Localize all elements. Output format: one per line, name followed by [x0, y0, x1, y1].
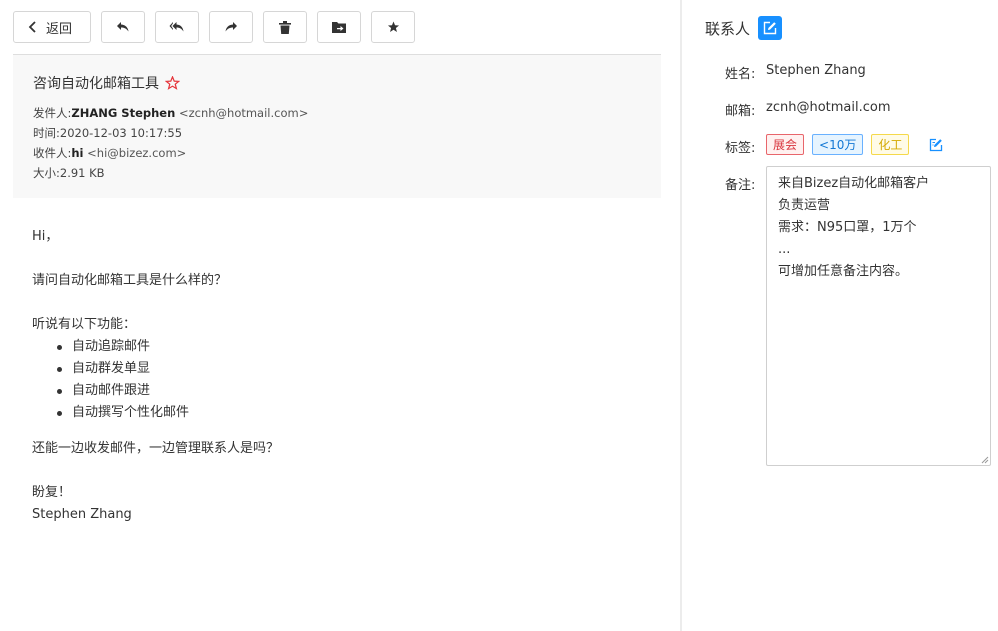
to-line: 收件人:hi <hi@bizez.com> [33, 145, 186, 161]
list-item: 自动群发单显 [52, 358, 279, 380]
note-line: 需求：N95口罩，1万个 [778, 220, 917, 235]
email-body: Hi， 请问自动化邮箱工具是什么样的？ 听说有以下功能： 自动追踪邮件 自动群发… [32, 226, 279, 526]
email-subject: 咨询自动化邮箱工具 [33, 76, 159, 92]
star-button[interactable] [371, 11, 415, 43]
edit-tags-icon[interactable] [929, 138, 943, 152]
from-label: 发件人: [33, 106, 72, 120]
sent-time: 2020-12-03 10:17:55 [59, 126, 183, 140]
edit-icon [763, 21, 777, 35]
note-line: 负责运营 [778, 198, 831, 213]
body-greeting: Hi， [32, 229, 59, 244]
favorite-star-icon[interactable] [165, 76, 180, 90]
back-button[interactable]: 返回 [13, 11, 91, 43]
contact-name: Stephen Zhang [766, 63, 866, 78]
body-question: 请问自动化邮箱工具是什么样的？ [32, 273, 228, 288]
reply-icon [117, 22, 129, 32]
email-pane: 返回 咨询自动化邮箱工具 发件人:ZHANG Stephen <zcnh@hot… [0, 0, 680, 631]
email-label: 邮箱: [725, 104, 756, 119]
body-question-2: 还能一边收发邮件，一边管理联系人是吗？ [32, 441, 280, 456]
size-line: 大小:2.91 KB [33, 165, 105, 181]
contact-email: zcnh@hotmail.com [766, 100, 891, 115]
body-features-intro: 听说有以下功能： [32, 317, 137, 332]
notes-label: 备注: [725, 178, 756, 193]
email-size: 2.91 KB [59, 166, 105, 180]
edit-contact-button[interactable] [758, 16, 783, 40]
contact-title: 联系人 [705, 19, 751, 38]
reply-button[interactable] [101, 11, 145, 43]
contact-header: 联系人 [705, 16, 783, 40]
list-item: 自动邮件跟进 [52, 380, 279, 402]
from-name: ZHANG Stephen [71, 106, 176, 120]
forward-button[interactable] [209, 11, 253, 43]
trash-icon [279, 20, 291, 34]
tags-label: 标签: [725, 141, 756, 156]
size-label: 大小: [33, 166, 60, 180]
reply-all-icon [169, 22, 184, 32]
email-toolbar: 返回 [13, 11, 425, 43]
note-line: 可增加任意备注内容。 [778, 264, 909, 279]
list-item: 自动撰写个性化邮件 [52, 402, 279, 424]
email-header: 咨询自动化邮箱工具 发件人:ZHANG Stephen <zcnh@hotmai… [13, 55, 661, 198]
to-address: <hi@bizez.com> [87, 146, 187, 160]
note-line: 来自Bizez自动化邮箱客户 [778, 176, 930, 191]
back-label: 返回 [45, 21, 72, 37]
tag[interactable]: <10万 [812, 134, 864, 155]
time-label: 时间: [33, 126, 60, 140]
notes-textarea[interactable]: 来自Bizez自动化邮箱客户 负责运营 需求：N95口罩，1万个 ... 可增加… [766, 166, 991, 466]
move-to-folder-icon [332, 22, 346, 33]
list-item: 自动追踪邮件 [52, 336, 279, 358]
body-signature: Stephen Zhang [32, 507, 132, 522]
feature-list: 自动追踪邮件 自动群发单显 自动邮件跟进 自动撰写个性化邮件 [32, 336, 279, 424]
tag[interactable]: 化工 [871, 134, 910, 155]
to-label: 收件人: [33, 146, 72, 160]
forward-icon [225, 22, 237, 32]
tag[interactable]: 展会 [766, 134, 805, 155]
move-button[interactable] [317, 11, 361, 43]
tag-list: 展会 <10万 化工 [766, 134, 943, 155]
from-line: 发件人:ZHANG Stephen <zcnh@hotmail.com> [33, 105, 308, 121]
reply-all-button[interactable] [155, 11, 199, 43]
star-icon [387, 21, 399, 32]
note-line: ... [778, 242, 791, 257]
body-closing: 盼复！ [32, 485, 72, 500]
delete-button[interactable] [263, 11, 307, 43]
contact-pane: 联系人 姓名: Stephen Zhang 邮箱: zcnh@hotmail.c… [682, 0, 998, 631]
to-name: hi [71, 146, 84, 160]
back-arrow-icon [28, 21, 36, 33]
name-label: 姓名: [725, 67, 756, 82]
resize-handle-icon[interactable] [981, 456, 989, 464]
time-line: 时间:2020-12-03 10:17:55 [33, 125, 182, 141]
from-address: <zcnh@hotmail.com> [178, 106, 309, 120]
subject-row: 咨询自动化邮箱工具 [33, 73, 180, 93]
